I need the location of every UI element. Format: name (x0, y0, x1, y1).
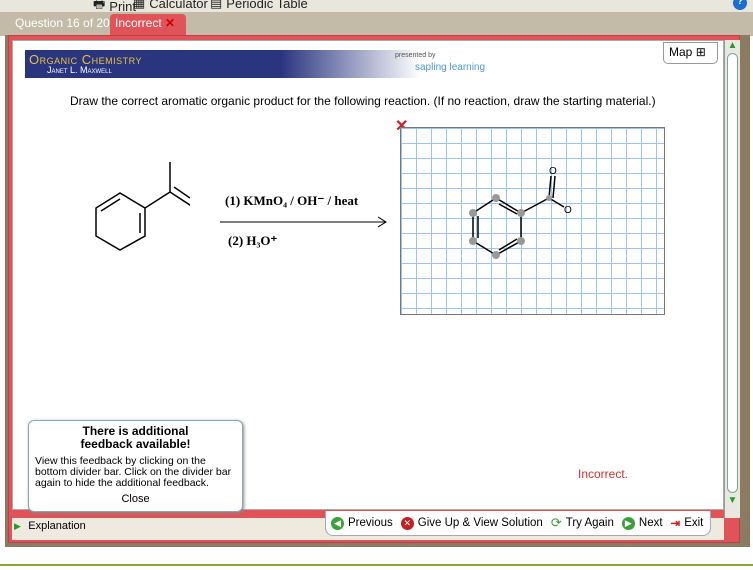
benzoic-acid-drawing: OO (469, 166, 572, 259)
feedback-popup: There is additional feedback available! … (28, 420, 243, 512)
x-icon: ✕ (165, 16, 176, 30)
navigation-buttons: ◀ Previous ✕ Give Up & View Solution ⟳ Try … (325, 511, 711, 536)
scroll-down-icon[interactable]: ▼ (725, 495, 740, 506)
reaction-step-1: (1) KMnO₄ / OH⁻ / heat (225, 193, 359, 208)
next-button[interactable]: ▶ Next (621, 516, 663, 530)
reaction-step-2: (2) H₃O⁺ (228, 233, 278, 248)
tab-question[interactable]: Question 16 of 20 (15, 16, 110, 30)
svg-text:O: O (564, 205, 572, 216)
exit-button[interactable]: ⇥ Exit (671, 516, 704, 530)
scroll-up-icon[interactable]: ▲ (725, 40, 740, 51)
close-feedback-button[interactable]: Close (35, 493, 236, 505)
refresh-icon: ⟳ (550, 515, 562, 530)
give-up-button[interactable]: ✕ Give Up & View Solution (400, 516, 543, 530)
svg-text:O: O (549, 166, 557, 177)
drawing-canvas[interactable]: OO (400, 127, 665, 315)
try-again-button[interactable]: ⟳ Try Again (551, 515, 614, 531)
exit-icon: ⇥ (670, 518, 681, 530)
give-up-icon: ✕ (400, 516, 414, 530)
periodic-table-button[interactable]: ▤ Periodic Table (210, 0, 308, 11)
help-icon[interactable]: ? (733, 0, 747, 10)
styrene-structure (95, 162, 190, 251)
arrow-left-icon: ◀ (331, 516, 344, 530)
reaction-arrow (220, 216, 387, 228)
sapling-logo: sapling learning (415, 62, 486, 73)
course-banner: Organic Chemistry Janet L. Maxwell prese… (25, 50, 490, 78)
expand-icon: ▶ (14, 521, 21, 531)
footer-divider (0, 564, 753, 566)
question-text: Draw the correct aromatic organic produc… (70, 94, 656, 108)
map-icon: ⊞ (695, 45, 706, 59)
result-text: Incorrect. (578, 467, 629, 481)
previous-button[interactable]: ◀ Previous (331, 516, 393, 530)
scroll-thumb[interactable] (727, 53, 738, 493)
map-button[interactable]: Map ⊞ (663, 42, 718, 64)
arrow-right-icon: ▶ (621, 516, 635, 530)
top-toolbar: 🖶 Print ▦ Calculator ▤ Periodic Table ? (0, 0, 753, 14)
tab-incorrect[interactable]: Incorrect ✕ (110, 14, 186, 36)
scrollbar[interactable]: ▲ ▼ (724, 40, 740, 518)
calculator-icon: ▦ (133, 0, 146, 10)
calculator-button[interactable]: ▦ Calculator (133, 0, 208, 11)
periodic-table-icon: ▤ (210, 0, 223, 10)
